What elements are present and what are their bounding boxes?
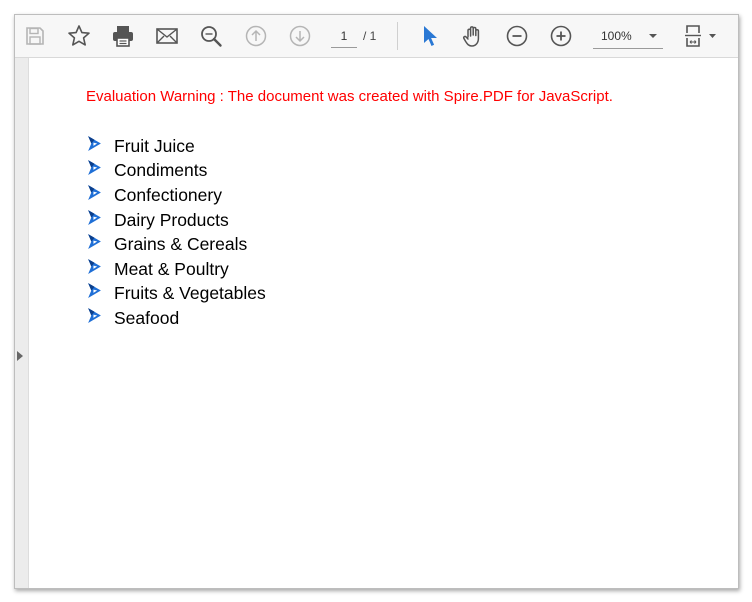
list-item: Seafood <box>86 306 266 331</box>
list-item: Grains & Cereals <box>86 232 266 257</box>
zoom-value: 100% <box>601 29 632 43</box>
zoom-select[interactable]: 100% <box>593 24 663 49</box>
list-item-label: Condiments <box>114 160 208 181</box>
hand-icon <box>463 26 480 47</box>
previous-page-button[interactable] <box>240 20 272 52</box>
cursor-icon <box>424 26 437 46</box>
arrow-up-circle-icon <box>245 25 267 47</box>
arrow-down-circle-icon <box>289 25 311 47</box>
list-item: Meat & Poultry <box>86 257 266 282</box>
star-icon <box>68 25 90 46</box>
plus-circle-icon <box>550 25 572 47</box>
bullet-icon <box>88 234 101 250</box>
search-button[interactable] <box>195 20 227 52</box>
toolbar-divider <box>397 22 398 50</box>
email-button[interactable] <box>151 20 183 52</box>
hand-tool-button[interactable] <box>457 20 489 52</box>
minus-circle-icon <box>506 25 528 47</box>
bullet-icon <box>88 160 101 176</box>
zoom-out-button[interactable] <box>501 20 533 52</box>
next-page-button[interactable] <box>284 20 316 52</box>
list-item: Confectionery <box>86 183 266 208</box>
document-page: Evaluation Warning : The document was cr… <box>29 58 738 588</box>
chevron-down-icon <box>649 34 657 38</box>
fit-page-button[interactable] <box>679 20 723 52</box>
select-tool-button[interactable] <box>414 20 446 52</box>
fit-page-icon <box>685 25 716 47</box>
pdf-viewer-window: / 1 100% <box>14 14 739 589</box>
list-item: Fruit Juice <box>86 134 266 159</box>
toolbar: / 1 100% <box>15 15 738 58</box>
sidebar-toggle-rail[interactable] <box>15 58 29 588</box>
bullet-icon <box>88 308 101 323</box>
bullet-icon <box>88 135 101 151</box>
save-button[interactable] <box>19 20 51 52</box>
bullet-icon <box>88 258 101 274</box>
category-list: Fruit Juice Condiments Confectionery Dai… <box>86 134 266 331</box>
mail-icon <box>156 28 178 44</box>
list-item-label: Meat & Poultry <box>114 258 229 279</box>
list-item-label: Confectionery <box>114 184 222 205</box>
print-button[interactable] <box>107 20 139 52</box>
save-icon <box>26 27 44 45</box>
zoom-in-button[interactable] <box>545 20 577 52</box>
list-item: Condiments <box>86 159 266 184</box>
page-number-input[interactable] <box>331 24 357 48</box>
printer-icon <box>113 26 133 47</box>
list-item-label: Seafood <box>114 307 180 328</box>
search-icon <box>201 26 222 47</box>
list-item-label: Grains & Cereals <box>114 234 248 255</box>
bullet-icon <box>88 185 101 200</box>
bullet-icon <box>88 209 101 225</box>
list-item: Dairy Products <box>86 208 266 233</box>
list-item-label: Dairy Products <box>114 209 229 230</box>
page-navigator: / 1 <box>331 24 376 48</box>
list-item-label: Fruit Juice <box>114 135 195 156</box>
page-total: / 1 <box>363 29 377 43</box>
list-item: Fruits & Vegetables <box>86 282 266 307</box>
list-item-label: Fruits & Vegetables <box>114 283 266 304</box>
evaluation-warning: Evaluation Warning : The document was cr… <box>86 88 613 105</box>
bookmark-button[interactable] <box>63 20 95 52</box>
expand-sidebar-icon[interactable] <box>17 351 23 361</box>
bullet-icon <box>88 283 101 299</box>
